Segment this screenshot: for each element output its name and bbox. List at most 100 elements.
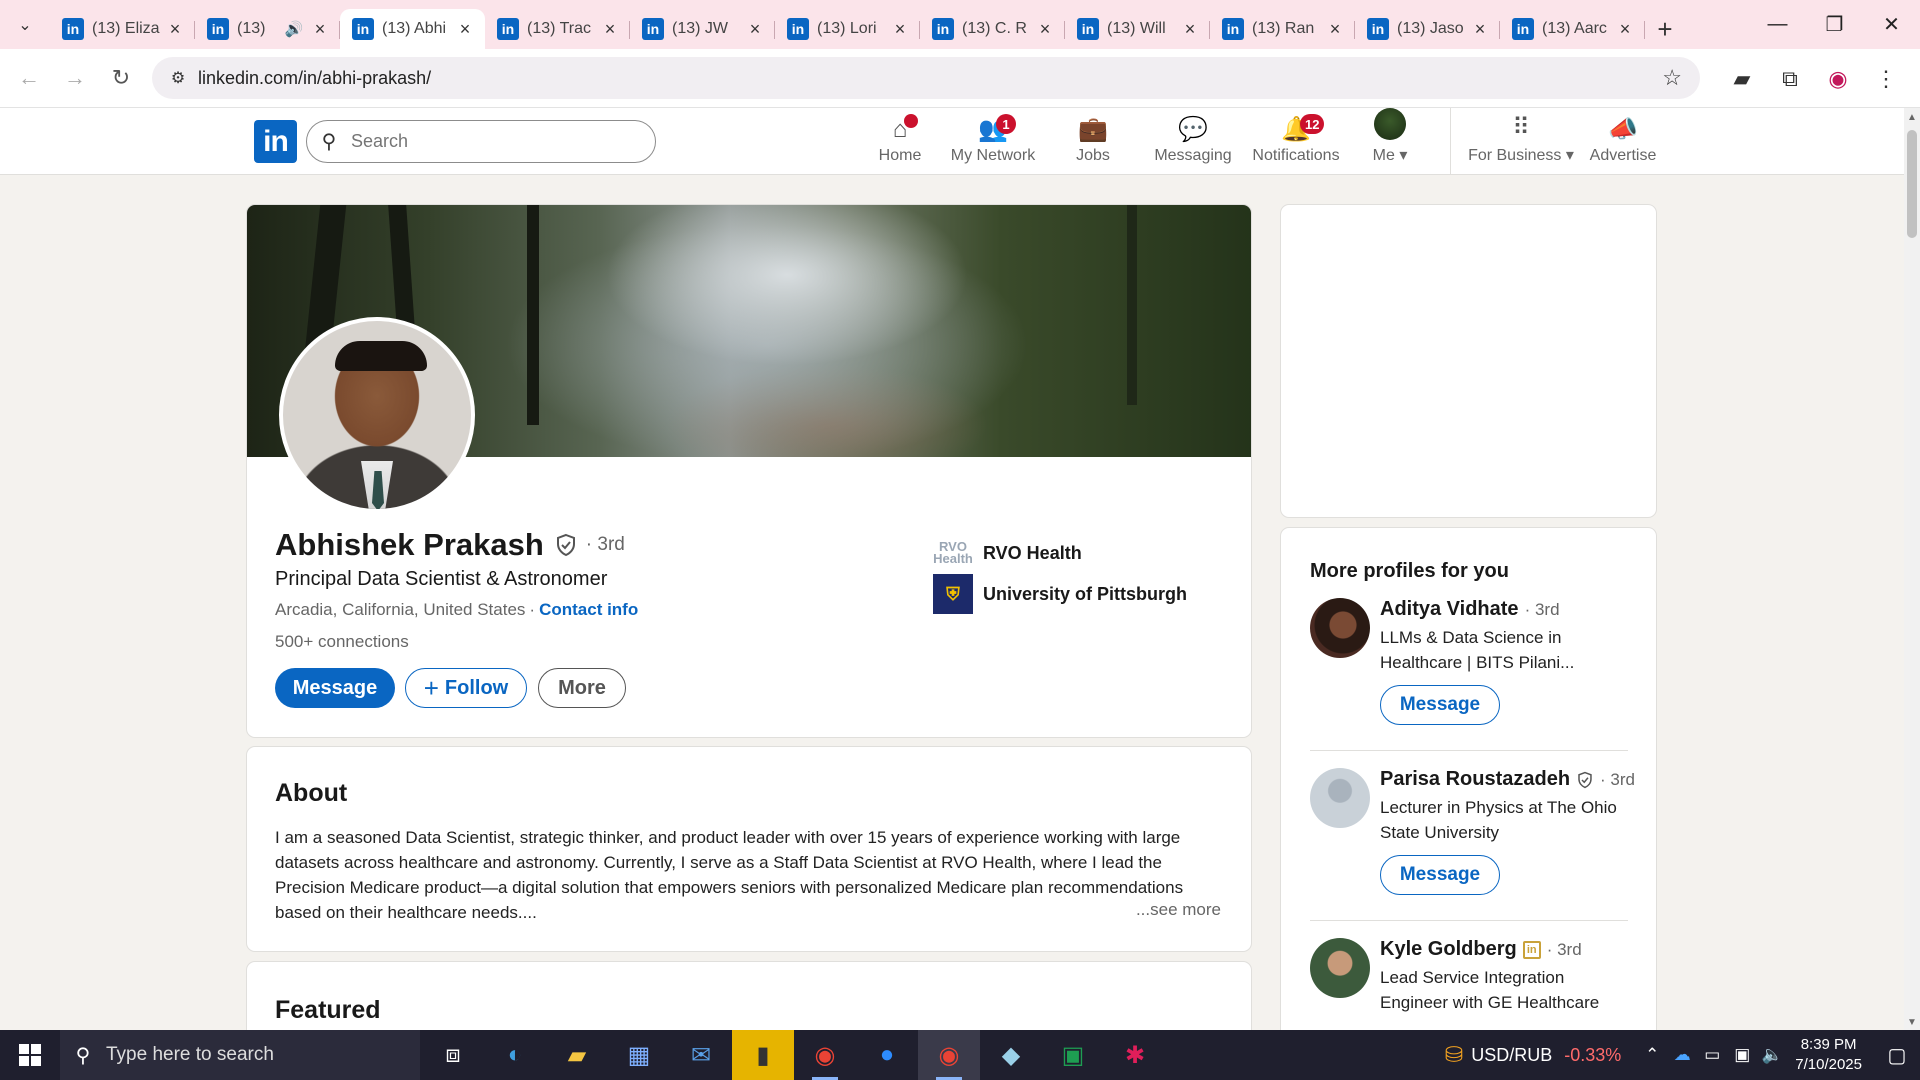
address-bar[interactable]: ⚙ linkedin.com/in/abhi-prakash/ ☆ xyxy=(152,57,1700,99)
close-tab-icon[interactable]: × xyxy=(1470,19,1490,40)
zoom-icon[interactable]: ● xyxy=(856,1030,918,1080)
more-button[interactable]: More xyxy=(538,668,626,708)
store-icon[interactable]: ▦ xyxy=(608,1030,670,1080)
browser-tab[interactable]: in (13) JW × xyxy=(630,9,775,49)
extension-wallet-icon[interactable]: ▰ xyxy=(1718,66,1766,92)
reload-icon[interactable]: ↻ xyxy=(98,58,144,98)
browser-menu-icon[interactable]: ⋮ xyxy=(1862,66,1910,92)
show-hidden-icons-chevron-icon[interactable]: ⌃ xyxy=(1637,1045,1667,1065)
education-school[interactable]: ⛨ University of Pittsburgh xyxy=(933,574,1187,614)
new-tab-button[interactable]: + xyxy=(1645,9,1685,49)
chrome-profile-icon[interactable]: ◉ xyxy=(918,1030,980,1080)
nav-me[interactable]: Me ▾ xyxy=(1344,108,1436,175)
follow-button[interactable]: + Follow xyxy=(405,668,527,708)
battery-icon[interactable]: ▭ xyxy=(1697,1045,1727,1065)
browser-tab[interactable]: in (13) Eliza × xyxy=(50,9,195,49)
site-info-icon[interactable]: ⚙ xyxy=(158,68,198,88)
search-input[interactable] xyxy=(351,131,631,152)
message-button[interactable]: Message xyxy=(275,668,395,708)
sticky-notes-icon[interactable]: ▮ xyxy=(732,1030,794,1080)
back-icon[interactable]: ← xyxy=(6,58,52,98)
browser-tab[interactable]: in (13) Jaso × xyxy=(1355,9,1500,49)
person-name[interactable]: Kyle Goldberg xyxy=(1380,938,1517,961)
mail-icon[interactable]: ✉ xyxy=(670,1030,732,1080)
browser-tab[interactable]: in (13) Trac × xyxy=(485,9,630,49)
browser-tab[interactable]: in (13) Abhi × xyxy=(340,9,485,49)
browser-tab[interactable]: in (13) C. R × xyxy=(920,9,1065,49)
nav-notifications[interactable]: 🔔 12 Notifications xyxy=(1248,108,1344,175)
profile-icon[interactable]: ◉ xyxy=(1814,66,1862,92)
see-more-link[interactable]: ...see more xyxy=(1136,900,1221,920)
close-tab-icon[interactable]: × xyxy=(745,19,765,40)
contact-info-link[interactable]: Contact info xyxy=(539,600,638,619)
excel-icon[interactable]: ▣ xyxy=(1042,1030,1104,1080)
search-box[interactable]: ⚲ xyxy=(306,120,656,163)
clock[interactable]: 8:39 PM 7/10/2025 xyxy=(1795,1035,1862,1075)
tab-search-chevron-icon[interactable]: ⌄ xyxy=(0,0,50,49)
person-headline: Lecturer in Physics at The Ohio State Un… xyxy=(1380,798,1617,842)
linkedin-favicon-icon: in xyxy=(497,18,519,40)
browser-tab[interactable]: in (13) Ran × xyxy=(1210,9,1355,49)
taskbar-search[interactable]: ⚲ Type here to search xyxy=(60,1030,420,1080)
scrollbar-thumb[interactable] xyxy=(1907,130,1917,238)
grid-icon: ⠿ xyxy=(1512,114,1530,141)
avatar[interactable] xyxy=(1310,768,1370,828)
close-tab-icon[interactable]: × xyxy=(165,19,185,40)
browser-tab[interactable]: in (13) 🔊 × xyxy=(195,9,340,49)
page-scrollbar[interactable]: ▲ ▼ xyxy=(1904,108,1920,1030)
message-button[interactable]: Message xyxy=(1380,685,1500,725)
extensions-puzzle-icon[interactable]: ⧉ xyxy=(1766,66,1814,92)
close-tab-icon[interactable]: × xyxy=(310,19,330,40)
close-window-icon[interactable]: ✕ xyxy=(1863,0,1920,49)
onedrive-cloud-icon[interactable]: ☁ xyxy=(1667,1045,1697,1065)
edge-icon[interactable]: ◐ xyxy=(484,1030,546,1080)
file-explorer-icon[interactable]: ▰ xyxy=(546,1030,608,1080)
close-tab-icon[interactable]: × xyxy=(1615,19,1635,40)
nav-advertise[interactable]: 📣 Advertise xyxy=(1577,108,1669,175)
browser-tab[interactable]: in (13) Lori × xyxy=(775,9,920,49)
chrome-icon[interactable]: ◉ xyxy=(794,1030,856,1080)
network-icon[interactable]: ▣ xyxy=(1727,1045,1757,1065)
connections-count[interactable]: 500+ connections xyxy=(275,632,409,652)
restore-icon[interactable]: ❐ xyxy=(1806,0,1863,49)
volume-icon[interactable]: 🔈 xyxy=(1757,1045,1787,1065)
close-tab-icon[interactable]: × xyxy=(1180,19,1200,40)
forward-icon[interactable]: → xyxy=(52,58,98,98)
close-tab-icon[interactable]: × xyxy=(600,19,620,40)
close-tab-icon[interactable]: × xyxy=(890,19,910,40)
scroll-down-icon[interactable]: ▼ xyxy=(1904,1017,1920,1028)
avatar[interactable] xyxy=(1310,938,1370,998)
slack-icon[interactable]: ✱ xyxy=(1104,1030,1166,1080)
nav-messaging[interactable]: 💬 Messaging xyxy=(1138,108,1248,175)
minimize-icon[interactable]: — xyxy=(1749,0,1806,49)
verified-shield-icon[interactable] xyxy=(554,533,578,557)
nav-jobs[interactable]: 💼 Jobs xyxy=(1048,108,1138,175)
close-tab-icon[interactable]: × xyxy=(1325,19,1345,40)
nav-my-network[interactable]: 👥 1 My Network xyxy=(938,108,1048,175)
tab-audio-icon[interactable]: 🔊 xyxy=(284,20,304,38)
more-profiles-card: More profiles for you Aditya Vidhate · 3… xyxy=(1280,527,1657,1080)
linkedin-logo[interactable]: in xyxy=(254,120,297,163)
nav-home[interactable]: ⌂ Home xyxy=(862,108,938,175)
person-name[interactable]: Parisa Roustazadeh xyxy=(1380,768,1570,791)
nav-for-business[interactable]: ⠿ For Business ▾ xyxy=(1465,108,1577,175)
close-tab-icon[interactable]: × xyxy=(455,19,475,40)
ticker-widget[interactable]: ⛁ USD/RUB -0.33% xyxy=(1445,1042,1622,1068)
task-view-icon[interactable]: ⧈ xyxy=(422,1030,484,1080)
person-name[interactable]: Aditya Vidhate xyxy=(1380,598,1519,621)
message-button[interactable]: Message xyxy=(1380,855,1500,895)
bookmark-star-icon[interactable]: ☆ xyxy=(1662,65,1682,91)
close-tab-icon[interactable]: × xyxy=(1035,19,1055,40)
action-center-icon[interactable]: ▢ xyxy=(1874,1043,1920,1068)
megaphone-icon: 📣 xyxy=(1608,116,1638,143)
scroll-up-icon[interactable]: ▲ xyxy=(1904,112,1920,123)
photo-hair xyxy=(335,341,427,371)
browser-tab[interactable]: in (13) Aarc × xyxy=(1500,9,1645,49)
windows-start-button[interactable] xyxy=(0,1030,60,1080)
current-company[interactable]: RVO Health RVO Health xyxy=(933,533,1082,573)
browser-tab[interactable]: in (13) Will × xyxy=(1065,9,1210,49)
profile-photo[interactable] xyxy=(279,317,475,513)
app-icon[interactable]: ◆ xyxy=(980,1030,1042,1080)
avatar[interactable] xyxy=(1310,598,1370,658)
url-text[interactable]: linkedin.com/in/abhi-prakash/ xyxy=(198,68,431,89)
